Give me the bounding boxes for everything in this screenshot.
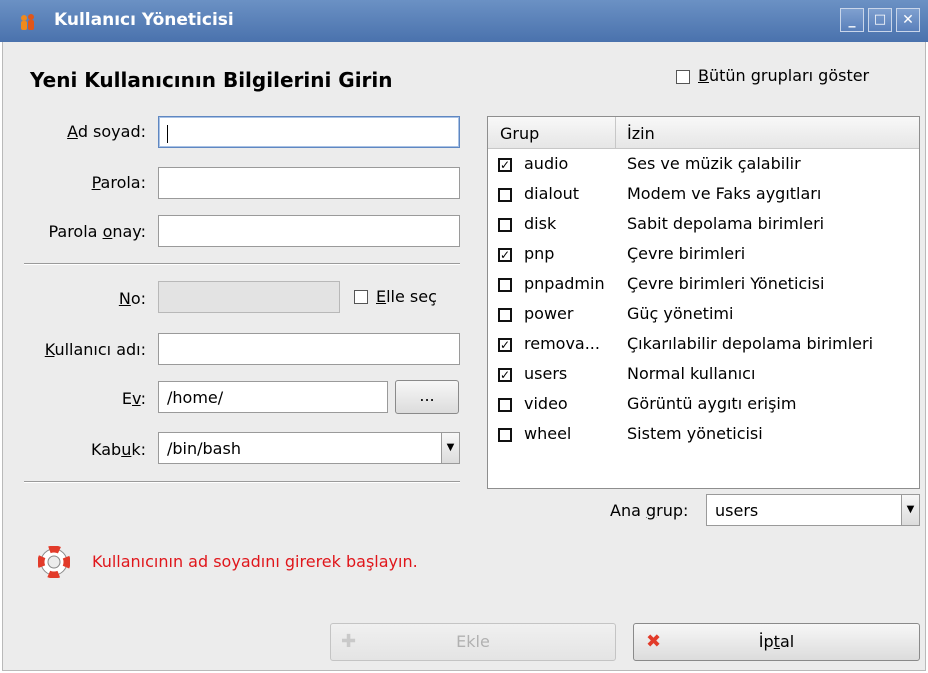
- group-name: dialout: [524, 184, 580, 203]
- separator: [24, 481, 460, 483]
- table-row[interactable]: ✓ users Normal kullanıcı: [488, 361, 919, 390]
- group-permission: Çevre birimleri Yöneticisi: [627, 274, 825, 293]
- username-input[interactable]: [158, 333, 460, 365]
- add-button[interactable]: ✚ Ekle: [330, 623, 616, 661]
- home-input[interactable]: /home/: [158, 381, 388, 413]
- group-permission: Sistem yöneticisi: [627, 424, 763, 443]
- group-name: power: [524, 304, 574, 323]
- close-button[interactable]: ✕: [896, 8, 920, 32]
- column-divider: [615, 117, 616, 149]
- main-group-label: Ana grup:: [610, 501, 689, 520]
- group-permission: Görüntü aygıtı erişim: [627, 394, 797, 413]
- table-row[interactable]: ✓ pnp Çevre birimleri: [488, 241, 919, 270]
- window-title: Kullanıcı Yöneticisi: [54, 10, 234, 30]
- shell-combobox[interactable]: /bin/bash ▼: [158, 432, 460, 464]
- maximize-button[interactable]: □: [868, 8, 892, 32]
- group-checkbox[interactable]: ✓: [498, 368, 512, 382]
- status-message: Kullanıcının ad soyadını girerek başlayı…: [92, 552, 418, 571]
- show-all-groups-checkbox[interactable]: [676, 70, 690, 84]
- group-name: audio: [524, 154, 569, 173]
- separator: [24, 263, 460, 265]
- users-app-icon: [21, 14, 34, 30]
- password-label: Parola:: [91, 173, 146, 192]
- lifebuoy-icon: [38, 546, 70, 578]
- uid-label: No:: [118, 289, 146, 308]
- fullname-input[interactable]: [158, 116, 460, 148]
- manual-uid-checkbox[interactable]: [354, 290, 368, 304]
- cancel-button[interactable]: ✖ İptal: [633, 623, 920, 661]
- group-checkbox[interactable]: [498, 218, 512, 232]
- chevron-down-icon[interactable]: ▼: [901, 495, 919, 525]
- form-heading: Yeni Kullanıcının Bilgilerini Girin: [30, 68, 393, 92]
- browse-home-button[interactable]: ...: [395, 380, 459, 414]
- manual-uid-label: Elle seç: [376, 287, 437, 306]
- minimize-button[interactable]: _: [840, 8, 864, 32]
- shell-label: Kabuk:: [91, 440, 146, 459]
- table-row[interactable]: wheel Sistem yöneticisi: [488, 421, 919, 450]
- main-group-combobox[interactable]: users ▼: [706, 494, 920, 526]
- group-name: disk: [524, 214, 557, 233]
- cancel-button-label: İptal: [758, 632, 795, 651]
- table-row[interactable]: power Güç yönetimi: [488, 301, 919, 330]
- group-checkbox[interactable]: [498, 398, 512, 412]
- group-checkbox[interactable]: [498, 308, 512, 322]
- group-name: users: [524, 364, 568, 383]
- column-header-group[interactable]: Grup: [500, 124, 539, 143]
- table-row[interactable]: pnpadmin Çevre birimleri Yöneticisi: [488, 271, 919, 300]
- group-permission: Çevre birimleri: [627, 244, 746, 263]
- column-header-permission[interactable]: İzin: [627, 124, 655, 143]
- groups-table-header: Grup İzin: [488, 117, 919, 149]
- main-group-value: users: [715, 501, 759, 520]
- table-row[interactable]: ✓ remova... Çıkarılabilir depolama birimle…: [488, 331, 919, 360]
- fullname-label: Ad soyad:: [67, 122, 146, 141]
- home-label: Ev:: [121, 389, 146, 408]
- group-permission: Normal kullanıcı: [627, 364, 756, 383]
- group-permission: Modem ve Faks aygıtları: [627, 184, 822, 203]
- groups-table[interactable]: Grup İzin ✓ audio Ses ve müzik çalabilir di…: [487, 116, 920, 489]
- table-row[interactable]: dialout Modem ve Faks aygıtları: [488, 181, 919, 210]
- group-permission: Ses ve müzik çalabilir: [627, 154, 801, 173]
- username-label: Kullanıcı adı:: [44, 340, 146, 359]
- add-button-label: Ekle: [456, 632, 490, 651]
- group-checkbox[interactable]: [498, 188, 512, 202]
- password-input[interactable]: [158, 167, 460, 199]
- group-permission: Güç yönetimi: [627, 304, 734, 323]
- group-checkbox[interactable]: ✓: [498, 248, 512, 262]
- group-checkbox[interactable]: ✓: [498, 338, 512, 352]
- password-confirm-input[interactable]: [158, 215, 460, 247]
- group-name: remova...: [524, 334, 600, 353]
- uid-input[interactable]: [158, 281, 340, 313]
- group-name: video: [524, 394, 568, 413]
- cancel-x-icon: ✖: [646, 631, 662, 652]
- table-row[interactable]: video Görüntü aygıtı erişim: [488, 391, 919, 420]
- show-all-groups-label: Bütün grupları göster: [698, 66, 870, 85]
- group-checkbox[interactable]: [498, 278, 512, 292]
- group-checkbox[interactable]: [498, 428, 512, 442]
- shell-value: /bin/bash: [167, 439, 241, 458]
- password-confirm-label: Parola onay:: [48, 222, 146, 241]
- title-bar: Kullanıcı Yöneticisi _ □ ✕: [0, 0, 928, 42]
- table-row[interactable]: ✓ audio Ses ve müzik çalabilir: [488, 151, 919, 180]
- table-row[interactable]: disk Sabit depolama birimleri: [488, 211, 919, 240]
- group-name: pnp: [524, 244, 555, 263]
- group-checkbox[interactable]: ✓: [498, 158, 512, 172]
- group-permission: Sabit depolama birimleri: [627, 214, 825, 233]
- plus-icon: ✚: [341, 631, 357, 652]
- group-name: wheel: [524, 424, 572, 443]
- group-permission: Çıkarılabilir depolama birimleri: [627, 334, 874, 353]
- group-name: pnpadmin: [524, 274, 605, 293]
- chevron-down-icon[interactable]: ▼: [441, 433, 459, 463]
- text-caret: [167, 124, 168, 143]
